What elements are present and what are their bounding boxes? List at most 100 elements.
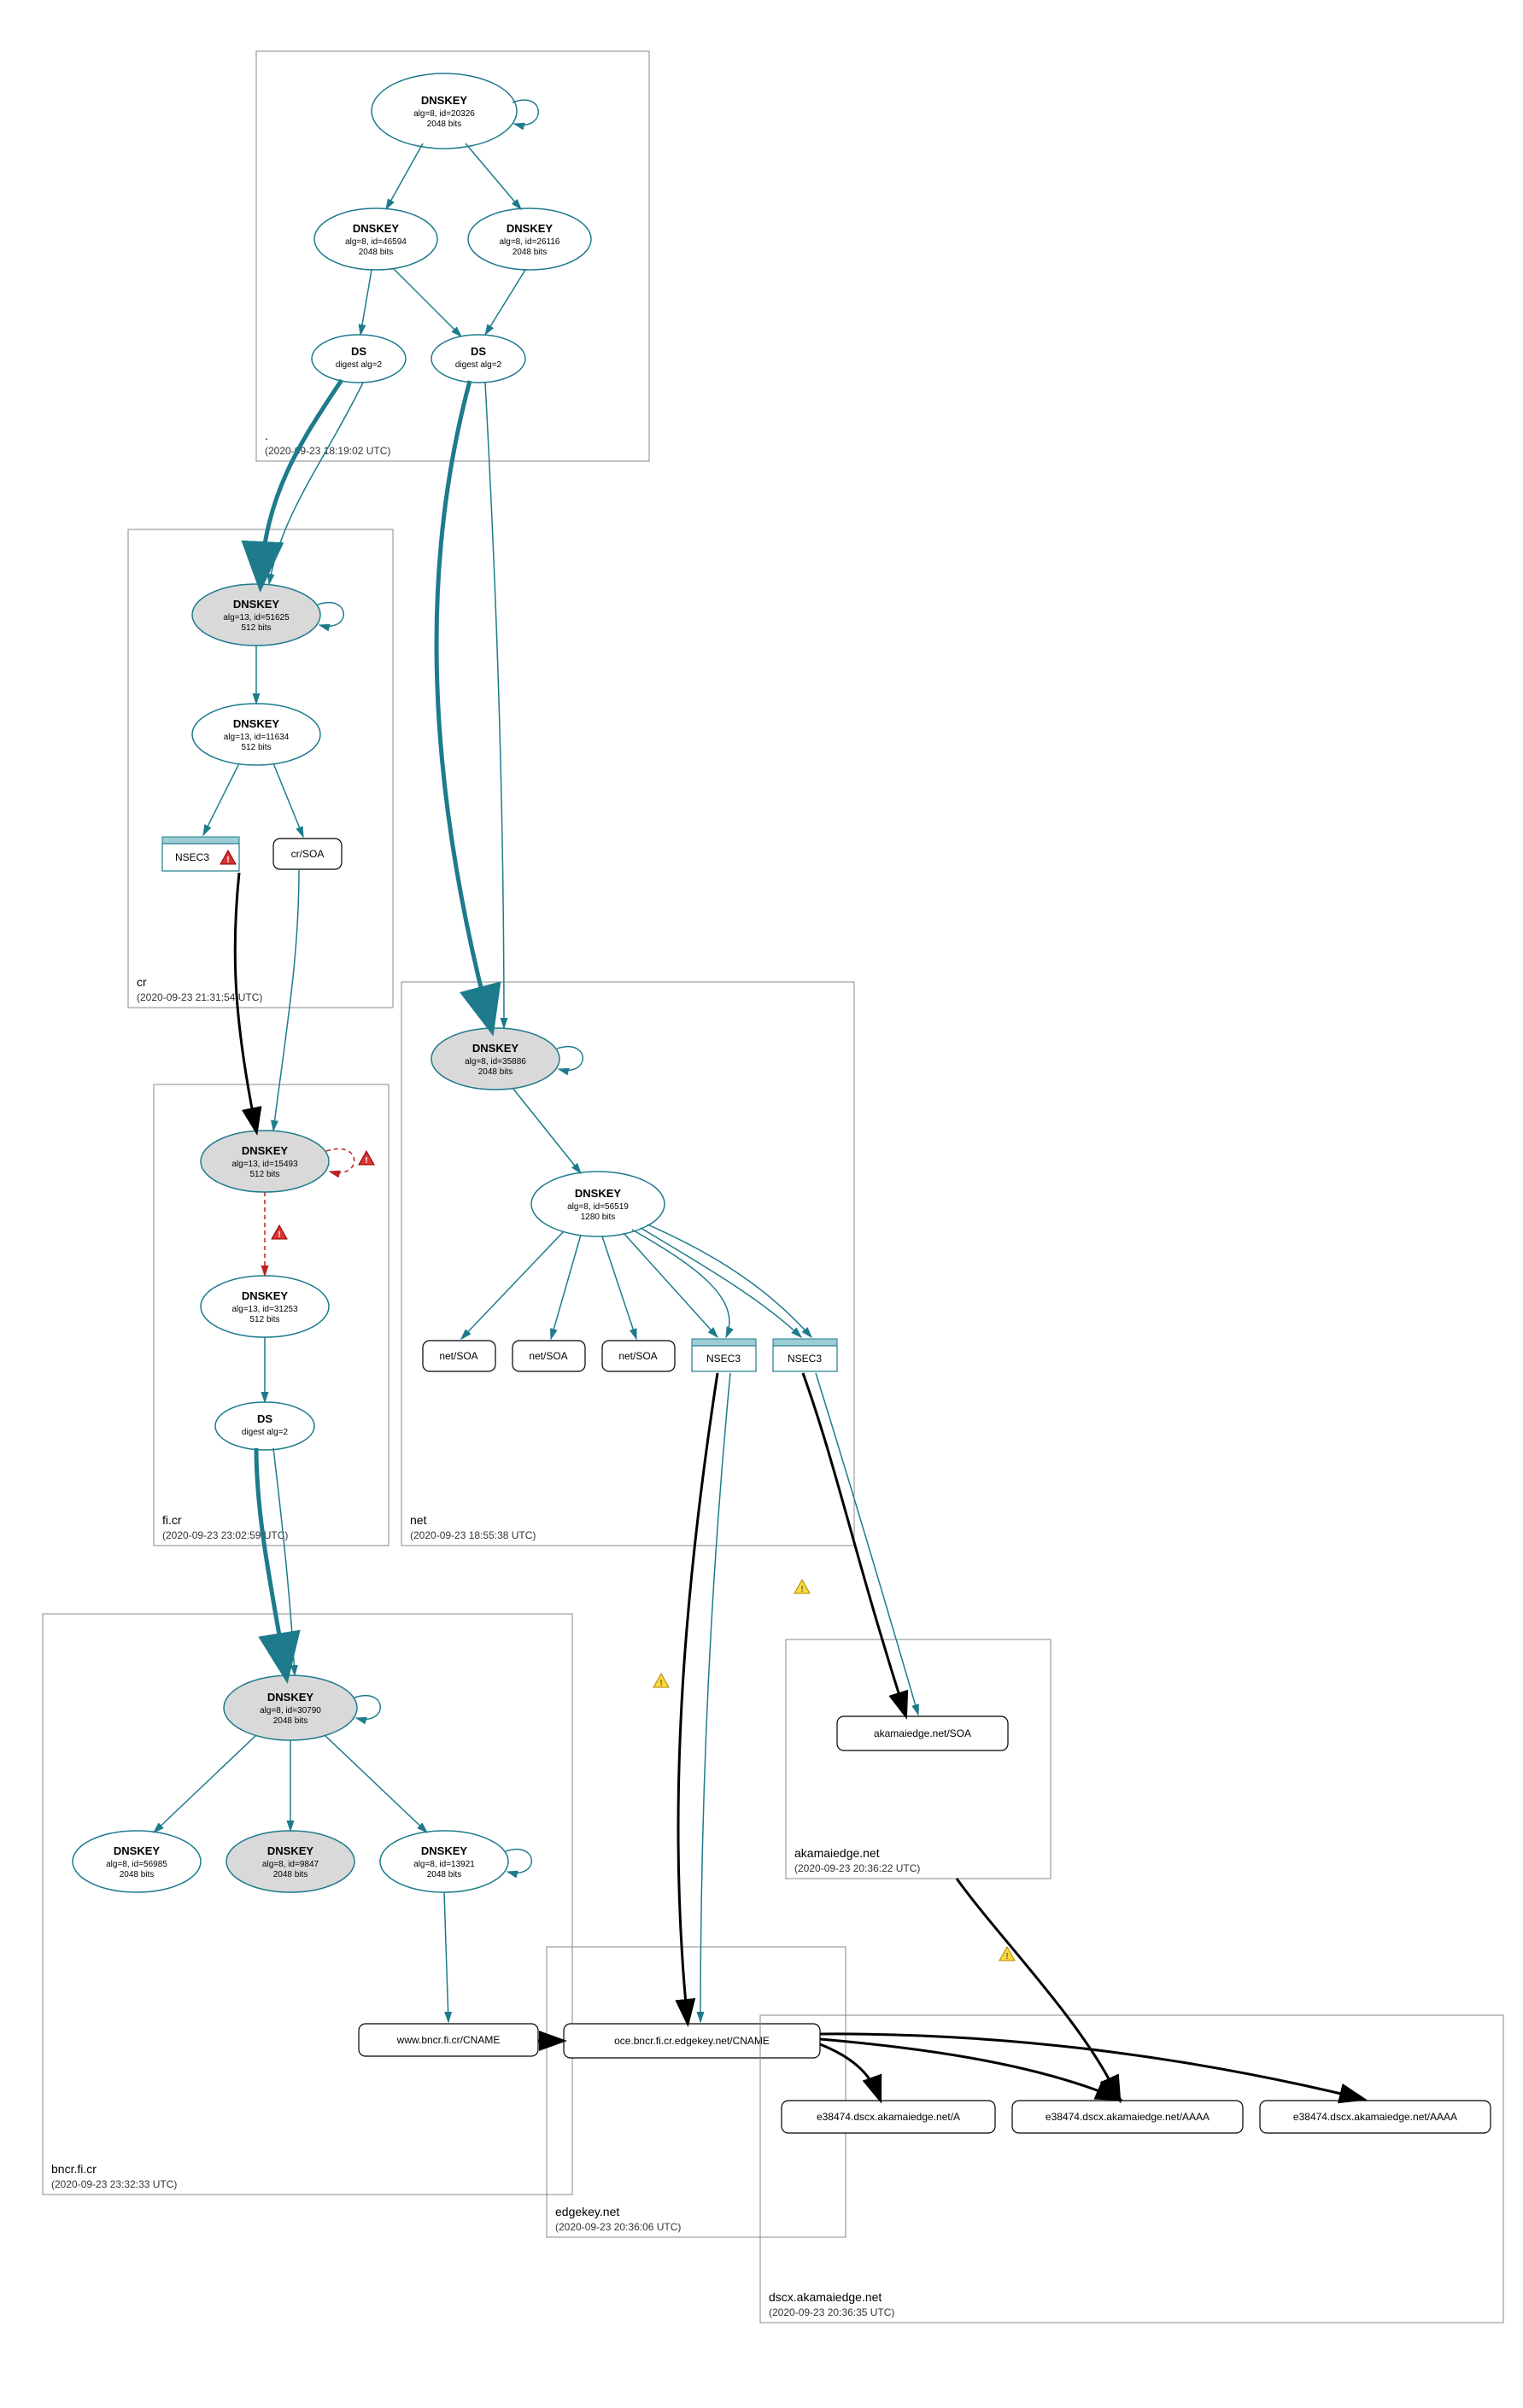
zone-cr: cr (2020-09-23 21:31:54 UTC) DNSKEY alg=… bbox=[128, 529, 393, 1008]
svg-text:512 bits: 512 bits bbox=[241, 623, 271, 633]
zone-root-label: . bbox=[265, 429, 268, 442]
node-bncr-k3: DNSKEY alg=8, id=13921 2048 bits bbox=[380, 1831, 531, 1892]
node-net-soa3: net/SOA bbox=[602, 1341, 675, 1371]
node-cr-soa: cr/SOA bbox=[273, 839, 342, 869]
svg-text:DNSKEY: DNSKEY bbox=[472, 1042, 519, 1055]
svg-text:alg=13, id=31253: alg=13, id=31253 bbox=[231, 1305, 298, 1314]
svg-text:alg=8, id=46594: alg=8, id=46594 bbox=[345, 237, 407, 247]
svg-text:DNSKEY: DNSKEY bbox=[575, 1187, 622, 1200]
svg-text:DNSKEY: DNSKEY bbox=[267, 1691, 314, 1704]
svg-text:2048 bits: 2048 bits bbox=[273, 1870, 308, 1879]
zone-net-ts: (2020-09-23 18:55:38 UTC) bbox=[410, 1529, 536, 1541]
svg-text:DNSKEY: DNSKEY bbox=[242, 1144, 289, 1157]
svg-text:2048 bits: 2048 bits bbox=[120, 1870, 155, 1879]
svg-text:DNSKEY: DNSKEY bbox=[267, 1844, 314, 1857]
node-edgekey-cname: oce.bncr.fi.cr.edgekey.net/CNAME bbox=[564, 2024, 820, 2058]
zone-ficr-label: fi.cr bbox=[162, 1513, 182, 1527]
edge-akamai-to-dscx bbox=[957, 1879, 1119, 2099]
node-bncr-k1: DNSKEY alg=8, id=56985 2048 bits bbox=[73, 1831, 201, 1892]
node-net-ksk: DNSKEY alg=8, id=35886 2048 bits bbox=[431, 1028, 583, 1090]
node-root-zsk2: DNSKEY alg=8, id=26116 2048 bits bbox=[468, 208, 591, 270]
svg-text:alg=8, id=35886: alg=8, id=35886 bbox=[465, 1057, 526, 1067]
svg-text:alg=13, id=51625: alg=13, id=51625 bbox=[223, 613, 290, 622]
svg-text:!: ! bbox=[365, 1156, 367, 1166]
zone-net-label: net bbox=[410, 1513, 427, 1527]
edge-root-to-net bbox=[436, 381, 491, 1028]
svg-text:net/SOA: net/SOA bbox=[618, 1350, 657, 1362]
svg-text:2048 bits: 2048 bits bbox=[273, 1716, 308, 1726]
node-root-ds2: DS digest alg=2 bbox=[431, 335, 525, 383]
node-akamai-soa: akamaiedge.net/SOA bbox=[837, 1716, 1008, 1750]
node-ficr-zsk: DNSKEY alg=13, id=31253 512 bits bbox=[201, 1276, 329, 1337]
zone-edgekey-label: edgekey.net bbox=[555, 2205, 619, 2218]
edge-ficr-to-bncr bbox=[256, 1448, 286, 1675]
svg-text:2048 bits: 2048 bits bbox=[513, 248, 548, 257]
node-cr-nsec3: NSEC3 ! bbox=[162, 837, 239, 871]
edge-net-to-akamai bbox=[816, 1373, 918, 1715]
svg-text:512 bits: 512 bits bbox=[249, 1170, 279, 1179]
zone-ficr: fi.cr (2020-09-23 23:02:59 UTC) DNSKEY a… bbox=[154, 1084, 389, 1546]
svg-text:!: ! bbox=[226, 856, 229, 865]
svg-text:DNSKEY: DNSKEY bbox=[353, 222, 400, 235]
svg-text:akamaiedge.net/SOA: akamaiedge.net/SOA bbox=[874, 1727, 971, 1739]
node-root-zsk1: DNSKEY alg=8, id=46594 2048 bits bbox=[314, 208, 437, 270]
svg-text:DS: DS bbox=[351, 345, 366, 358]
svg-text:www.bncr.fi.cr/CNAME: www.bncr.fi.cr/CNAME bbox=[396, 2034, 501, 2046]
node-bncr-k2: DNSKEY alg=8, id=9847 2048 bits bbox=[226, 1831, 354, 1892]
svg-text:2048 bits: 2048 bits bbox=[478, 1067, 513, 1077]
svg-text:alg=8, id=20326: alg=8, id=20326 bbox=[413, 109, 475, 119]
edge-root-to-net2 bbox=[485, 383, 504, 1028]
zone-akamai-ts: (2020-09-23 20:36:22 UTC) bbox=[794, 1862, 920, 1874]
zone-cr-ts: (2020-09-23 21:31:54 UTC) bbox=[137, 991, 262, 1003]
node-cr-ksk: DNSKEY alg=13, id=51625 512 bits bbox=[192, 584, 343, 646]
node-net-nsec3a: NSEC3 bbox=[692, 1339, 756, 1371]
svg-text:DS: DS bbox=[257, 1412, 272, 1425]
zone-root: . (2020-09-23 18:19:02 UTC) DNSKEY alg=8… bbox=[256, 51, 649, 461]
svg-text:alg=8, id=56985: alg=8, id=56985 bbox=[106, 1860, 167, 1869]
svg-text:alg=8, id=30790: alg=8, id=30790 bbox=[260, 1706, 321, 1715]
zone-edgekey-ts: (2020-09-23 20:36:06 UTC) bbox=[555, 2221, 681, 2233]
svg-text:512 bits: 512 bits bbox=[249, 1315, 279, 1324]
svg-text:net/SOA: net/SOA bbox=[529, 1350, 567, 1362]
edge-root-ds1-to-cr bbox=[261, 380, 342, 584]
svg-text:DNSKEY: DNSKEY bbox=[242, 1289, 289, 1302]
node-bncr-cname: www.bncr.fi.cr/CNAME bbox=[359, 2024, 538, 2056]
svg-text:net/SOA: net/SOA bbox=[439, 1350, 477, 1362]
svg-text:512 bits: 512 bits bbox=[241, 743, 271, 752]
zone-bncr-ts: (2020-09-23 23:32:33 UTC) bbox=[51, 2178, 177, 2190]
svg-text:!: ! bbox=[800, 1585, 803, 1594]
svg-text:alg=8, id=56519: alg=8, id=56519 bbox=[567, 1202, 629, 1212]
node-dscx-aaaa1: e38474.dscx.akamaiedge.net/AAAA bbox=[1012, 2101, 1243, 2133]
svg-text:!: ! bbox=[278, 1230, 280, 1240]
svg-text:alg=8, id=13921: alg=8, id=13921 bbox=[413, 1860, 475, 1869]
svg-text:DNSKEY: DNSKEY bbox=[421, 1844, 468, 1857]
warning-icon: ! bbox=[653, 1674, 669, 1688]
zone-dscx-label: dscx.akamaiedge.net bbox=[769, 2290, 882, 2304]
svg-text:2048 bits: 2048 bits bbox=[427, 1870, 462, 1879]
svg-text:digest alg=2: digest alg=2 bbox=[242, 1428, 289, 1437]
svg-text:2048 bits: 2048 bits bbox=[427, 120, 462, 129]
svg-text:NSEC3: NSEC3 bbox=[175, 851, 209, 863]
svg-text:alg=8, id=9847: alg=8, id=9847 bbox=[262, 1860, 319, 1869]
node-ficr-ds: DS digest alg=2 bbox=[215, 1402, 314, 1450]
zone-dscx-ts: (2020-09-23 20:36:35 UTC) bbox=[769, 2306, 894, 2318]
node-net-soa2: net/SOA bbox=[513, 1341, 585, 1371]
zone-akamai-label: akamaiedge.net bbox=[794, 1846, 880, 1860]
node-bncr-ksk: DNSKEY alg=8, id=30790 2048 bits bbox=[224, 1675, 380, 1740]
svg-text:digest alg=2: digest alg=2 bbox=[336, 360, 383, 370]
svg-text:digest alg=2: digest alg=2 bbox=[455, 360, 502, 370]
svg-text:DS: DS bbox=[471, 345, 486, 358]
node-net-zsk: DNSKEY alg=8, id=56519 1280 bits bbox=[531, 1172, 665, 1236]
edge-net-to-edgekey-black bbox=[678, 1373, 718, 2022]
svg-text:!: ! bbox=[659, 1679, 662, 1688]
svg-text:oce.bncr.fi.cr.edgekey.net/CNA: oce.bncr.fi.cr.edgekey.net/CNAME bbox=[614, 2035, 770, 2047]
svg-text:DNSKEY: DNSKEY bbox=[114, 1844, 161, 1857]
svg-text:DNSKEY: DNSKEY bbox=[421, 94, 468, 107]
svg-text:1280 bits: 1280 bits bbox=[581, 1213, 616, 1222]
node-root-ksk: DNSKEY alg=8, id=20326 2048 bits bbox=[372, 73, 538, 149]
zone-cr-label: cr bbox=[137, 975, 147, 989]
svg-text:alg=13, id=11634: alg=13, id=11634 bbox=[224, 733, 290, 742]
warning-icon: ! bbox=[794, 1580, 810, 1594]
zone-dscx: dscx.akamaiedge.net (2020-09-23 20:36:35… bbox=[760, 2015, 1503, 2323]
svg-text:!: ! bbox=[1005, 1952, 1008, 1961]
